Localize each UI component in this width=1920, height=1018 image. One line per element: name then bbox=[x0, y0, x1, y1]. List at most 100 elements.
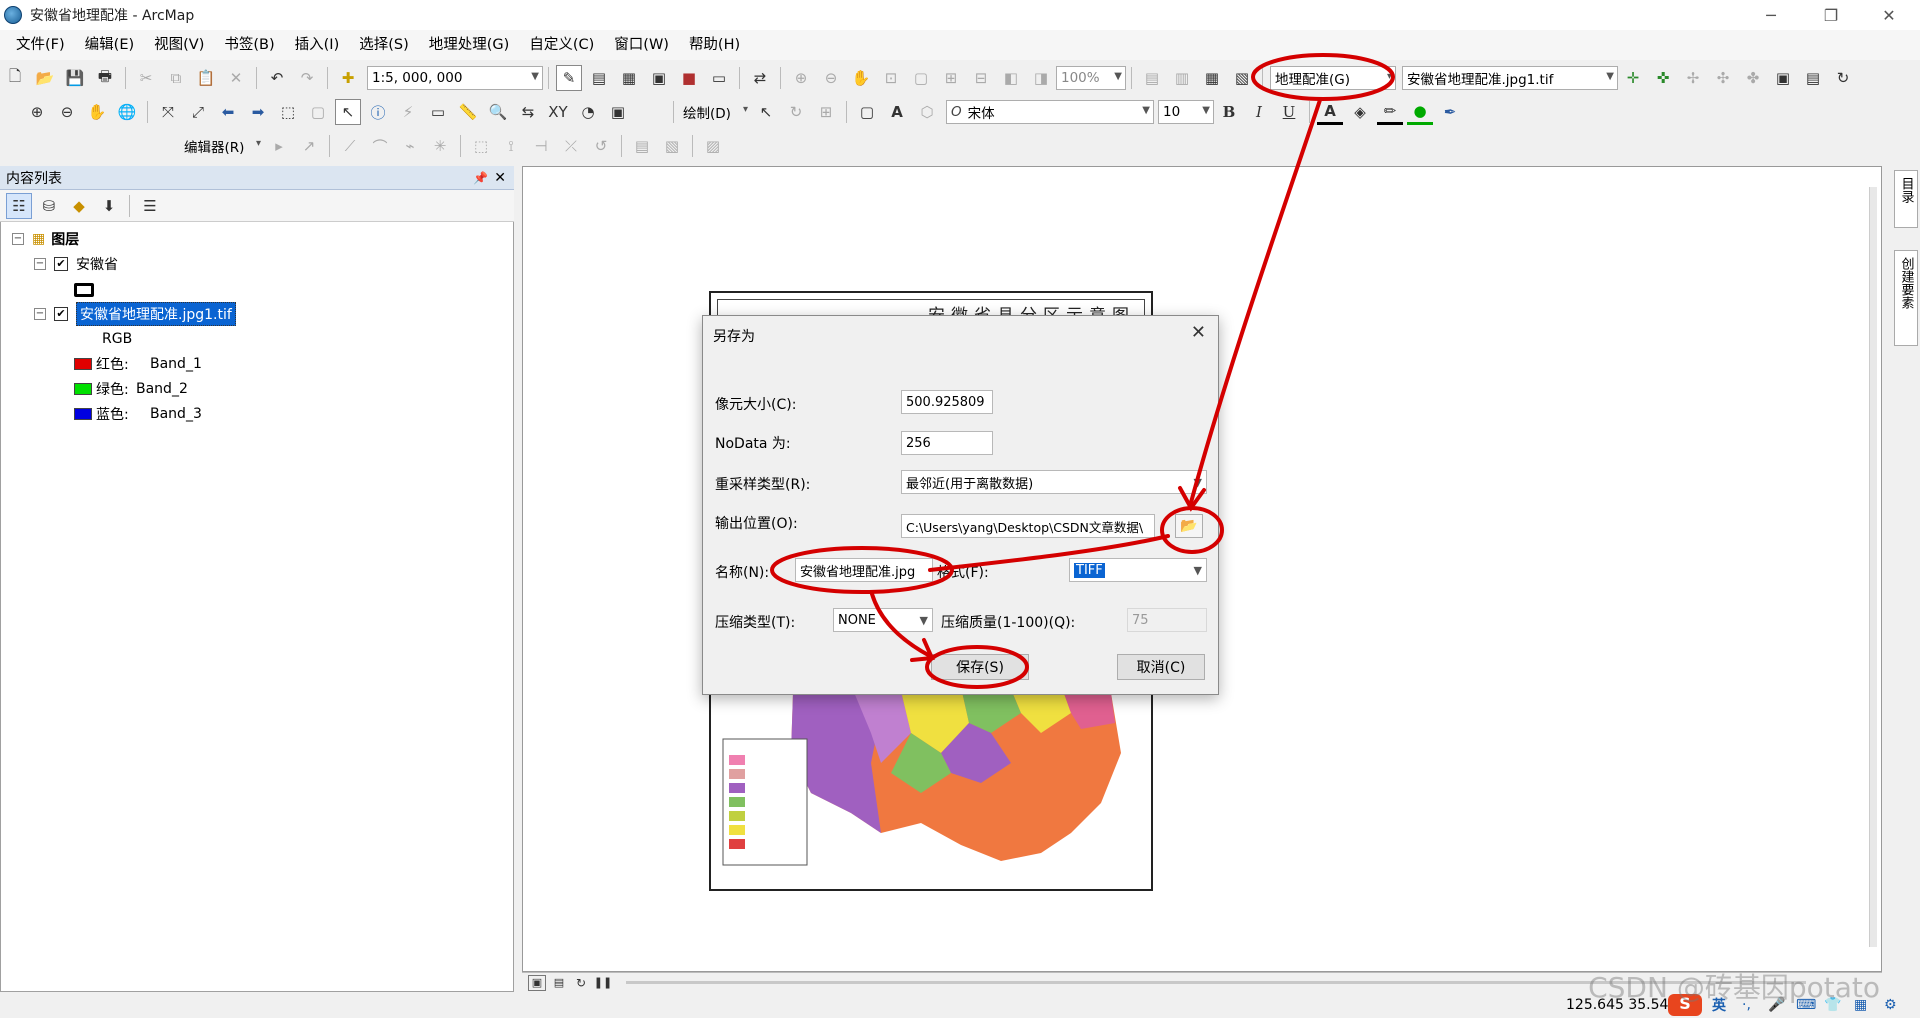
save-icon[interactable]: 💾 bbox=[62, 65, 88, 91]
editor-toolbar-icon[interactable]: ✎ bbox=[556, 65, 582, 91]
rotate-element-icon[interactable]: ↻ bbox=[783, 99, 809, 125]
change-layout-icon[interactable]: ▦ bbox=[1199, 65, 1225, 91]
add-control-points-icon[interactable]: ✛ bbox=[1620, 65, 1646, 91]
add-data-icon[interactable]: ✚ bbox=[335, 65, 361, 91]
table-of-contents-icon[interactable]: ▤ bbox=[586, 65, 612, 91]
blue-swatch-icon[interactable] bbox=[74, 408, 92, 420]
font-size-dropdown[interactable]: 10 ▼ bbox=[1158, 100, 1214, 124]
minimize-button[interactable]: ─ bbox=[1748, 0, 1794, 30]
pan-icon[interactable]: ✋ bbox=[84, 99, 110, 125]
collapse-icon[interactable]: − bbox=[34, 308, 46, 320]
layout-zoom-in-icon[interactable]: ⊕ bbox=[788, 65, 814, 91]
layout-view-icon[interactable]: ▤ bbox=[550, 975, 568, 991]
menu-selection[interactable]: 选择(S) bbox=[349, 30, 419, 60]
time-slider-icon[interactable]: ◔ bbox=[575, 99, 601, 125]
band-row-green[interactable]: 绿色: Band_2 bbox=[74, 378, 188, 400]
edit-vertices-icon[interactable]: ⬡ bbox=[914, 99, 940, 125]
select-link-icon[interactable]: ✢ bbox=[1680, 65, 1706, 91]
cut-icon[interactable]: ✂ bbox=[133, 65, 159, 91]
resample-dropdown[interactable]: 最邻近(用于离散数据) ▼ bbox=[901, 470, 1207, 494]
cancel-button[interactable]: 取消(C) bbox=[1117, 654, 1205, 680]
cut-polygons-icon[interactable]: ⊣ bbox=[528, 133, 554, 159]
search-window-icon[interactable]: ▣ bbox=[646, 65, 672, 91]
band-row-blue[interactable]: 蓝色: Band_3 bbox=[74, 403, 202, 425]
straight-segment-icon[interactable]: ⟋ bbox=[337, 133, 363, 159]
point-icon[interactable]: ✳ bbox=[427, 133, 453, 159]
menu-insert[interactable]: 插入(I) bbox=[285, 30, 350, 60]
identify-icon[interactable]: ⓘ bbox=[365, 99, 391, 125]
previous-extent-icon[interactable]: ◧ bbox=[998, 65, 1024, 91]
data-driven-pages-icon[interactable]: ▧ bbox=[1229, 65, 1255, 91]
zoom-100-icon[interactable]: ▢ bbox=[908, 65, 934, 91]
delete-icon[interactable]: ✕ bbox=[223, 65, 249, 91]
data-view-icon[interactable]: ▣ bbox=[528, 974, 546, 991]
zoom-to-link-icon[interactable]: ✣ bbox=[1710, 65, 1736, 91]
polygon-symbol-icon[interactable] bbox=[74, 283, 94, 297]
hyperlink-icon[interactable]: ⚡ bbox=[395, 99, 421, 125]
map-vertical-scrollbar[interactable] bbox=[1869, 187, 1877, 947]
layout-zoom-out-icon[interactable]: ⊖ bbox=[818, 65, 844, 91]
menu-file[interactable]: 文件(F) bbox=[6, 30, 75, 60]
options-icon[interactable]: ☰ bbox=[137, 193, 163, 219]
toggle-draft-mode-icon[interactable]: ▤ bbox=[1139, 65, 1165, 91]
font-color-icon[interactable]: A bbox=[1317, 99, 1343, 125]
menu-customize[interactable]: 自定义(C) bbox=[519, 30, 604, 60]
sketch-properties-icon[interactable]: ▧ bbox=[659, 133, 685, 159]
nodata-input[interactable]: 256 bbox=[901, 431, 993, 455]
menu-help[interactable]: 帮助(H) bbox=[679, 30, 750, 60]
next-extent-icon[interactable]: ◨ bbox=[1028, 65, 1054, 91]
create-features-tab[interactable]: 创建要素 bbox=[1894, 250, 1918, 346]
new-text-icon[interactable]: A bbox=[884, 99, 910, 125]
split-icon[interactable]: ⤫ bbox=[558, 133, 584, 159]
zoom-out-icon[interactable]: ⊖ bbox=[54, 99, 80, 125]
html-popup-icon[interactable]: ▭ bbox=[425, 99, 451, 125]
endpoint-arc-icon[interactable]: ⌒ bbox=[367, 133, 393, 159]
layer-visibility-checkbox[interactable]: ✔ bbox=[54, 307, 68, 321]
viewer-icon[interactable]: ▣ bbox=[1770, 65, 1796, 91]
output-location-input[interactable]: C:\Users\yang\Desktop\CSDN文章数据\ bbox=[901, 514, 1155, 538]
measure-icon[interactable]: 📏 bbox=[455, 99, 481, 125]
catalog-tab[interactable]: 目录 bbox=[1894, 170, 1918, 228]
menu-windows[interactable]: 窗口(W) bbox=[604, 30, 679, 60]
red-swatch-icon[interactable] bbox=[74, 358, 92, 370]
underline-button[interactable]: U bbox=[1276, 99, 1302, 125]
model-builder-icon[interactable]: ⇄ bbox=[747, 65, 773, 91]
fixed-zoom-in-icon[interactable]: ⊞ bbox=[938, 65, 964, 91]
toc-root-layers[interactable]: − ▦ 图层 bbox=[12, 228, 79, 250]
name-input[interactable]: 安徽省地理配准.jpg bbox=[795, 558, 933, 582]
fill-color-icon[interactable]: ◈ bbox=[1347, 99, 1373, 125]
font-dropdown[interactable]: O 宋体 ▼ bbox=[946, 100, 1154, 124]
zoom-in-icon[interactable]: ⊕ bbox=[24, 99, 50, 125]
close-icon[interactable]: ✕ bbox=[494, 170, 506, 186]
green-swatch-icon[interactable] bbox=[74, 383, 92, 395]
create-features-icon[interactable]: ▨ bbox=[700, 133, 726, 159]
focus-data-frame-icon[interactable]: ▥ bbox=[1169, 65, 1195, 91]
open-folder-icon[interactable]: 📂 bbox=[32, 65, 58, 91]
list-by-drawing-order-icon[interactable]: ☷ bbox=[6, 192, 32, 219]
browse-folder-button[interactable]: 📂 bbox=[1175, 514, 1203, 538]
compression-quality-input[interactable]: 75 bbox=[1127, 608, 1207, 632]
menu-view[interactable]: 视图(V) bbox=[144, 30, 214, 60]
link-table-icon[interactable]: ▤ bbox=[1800, 65, 1826, 91]
layer-row-georef-tif[interactable]: − ✔ 安徽省地理配准.jpg1.tif bbox=[34, 302, 236, 326]
georef-layer-dropdown[interactable]: 安徽省地理配准.jpg1.tif ▼ bbox=[1402, 66, 1618, 90]
catalog-icon[interactable]: ▦ bbox=[616, 65, 642, 91]
zoom-to-selected-icon[interactable]: ⊞ bbox=[813, 99, 839, 125]
go-to-xy-icon[interactable]: XY bbox=[545, 99, 571, 125]
select-features-icon[interactable]: ⬚ bbox=[275, 99, 301, 125]
layer-row-anhui[interactable]: − ✔ 安徽省 bbox=[34, 253, 118, 275]
paste-icon[interactable]: 📋 bbox=[193, 65, 219, 91]
list-by-selection-icon[interactable]: ⬇ bbox=[96, 193, 122, 219]
fixed-zoom-out-icon[interactable]: ⊟ bbox=[968, 65, 994, 91]
print-icon[interactable]: 🖶 bbox=[92, 65, 118, 91]
save-button[interactable]: 保存(S) bbox=[931, 654, 1029, 680]
layer-symbol-row[interactable] bbox=[74, 279, 94, 301]
close-window-button[interactable]: ✕ bbox=[1866, 0, 1912, 30]
trace-icon[interactable]: ⌁ bbox=[397, 133, 423, 159]
go-forward-icon[interactable]: ➡ bbox=[245, 99, 271, 125]
zoom-whole-page-icon[interactable]: ⊡ bbox=[878, 65, 904, 91]
arctoolbox-icon[interactable]: ■ bbox=[676, 65, 702, 91]
edit-annotation-icon[interactable]: ↗ bbox=[296, 133, 322, 159]
dialog-close-button[interactable]: ✕ bbox=[1191, 322, 1206, 343]
band-row-red[interactable]: 红色: Band_1 bbox=[74, 353, 202, 375]
